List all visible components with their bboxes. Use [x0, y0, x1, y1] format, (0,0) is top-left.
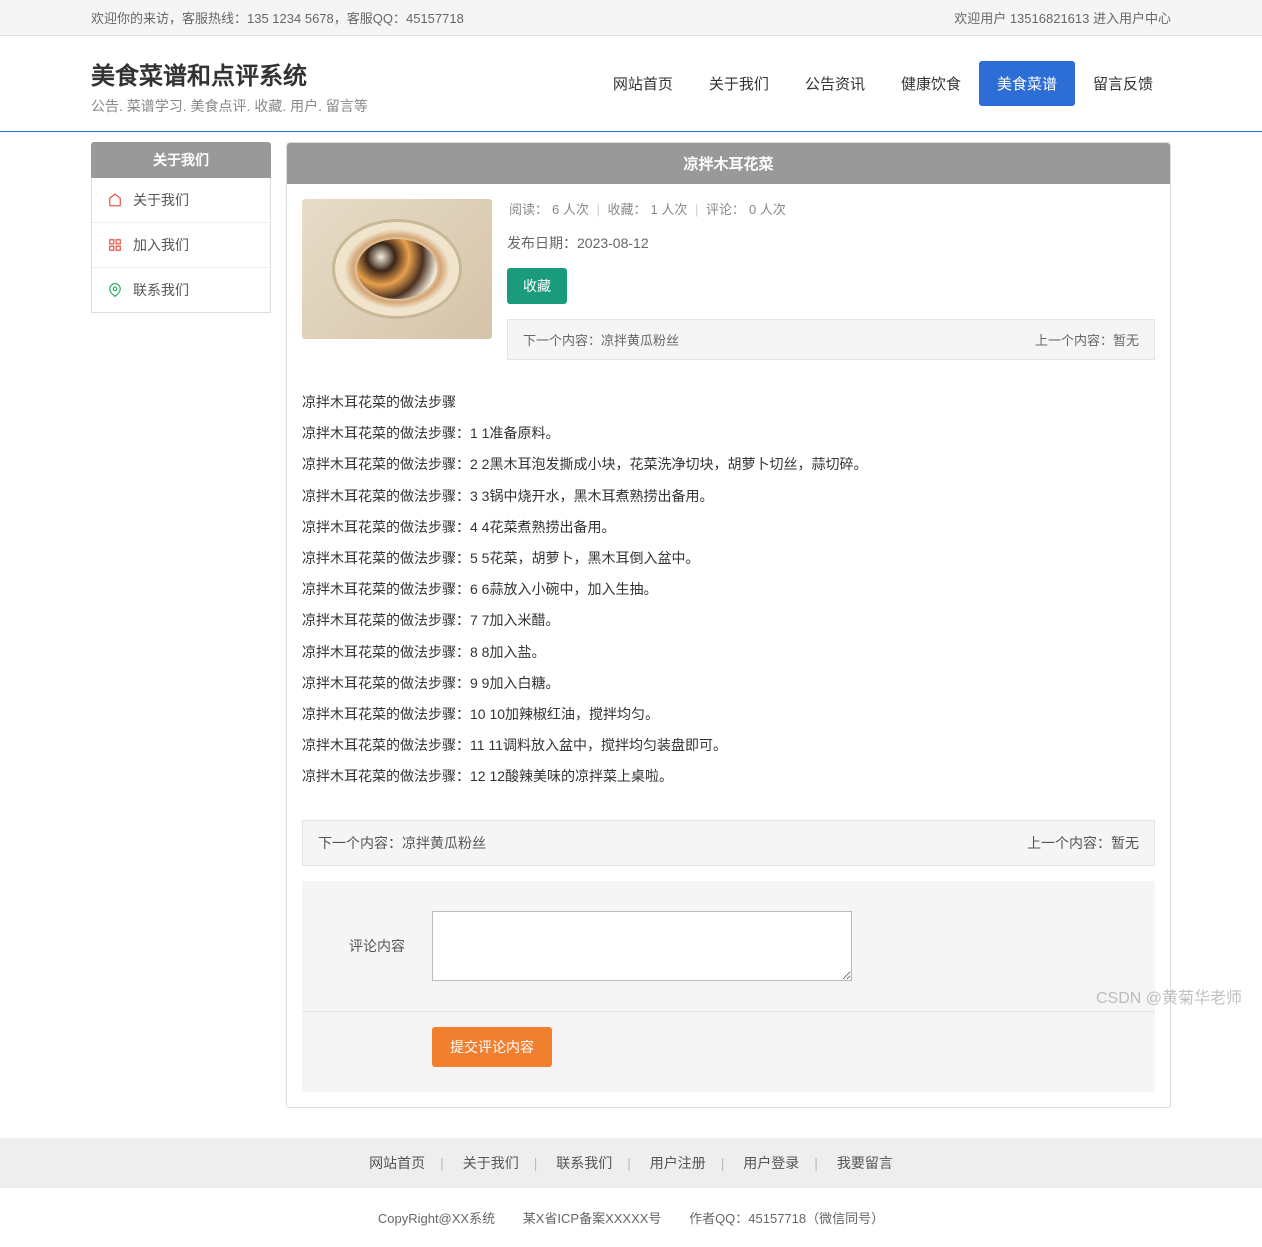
home-icon — [107, 192, 123, 208]
read-value: 6 人次 — [552, 202, 589, 217]
grid-icon — [107, 237, 123, 253]
footer-link[interactable]: 我要留言 — [837, 1155, 893, 1171]
nav-feedback[interactable]: 留言反馈 — [1075, 61, 1171, 106]
site-subtitle: 公告. 菜谱学习. 美食点评. 收藏. 用户. 留言等 — [91, 96, 368, 116]
comment-form: 评论内容 提交评论内容 — [302, 881, 1155, 1092]
comment-label: 评论： — [706, 202, 745, 217]
footer-link[interactable]: 用户注册 — [650, 1155, 706, 1171]
pin-icon — [107, 282, 123, 298]
topbar-welcome: 欢迎你的来访，客服热线：135 1234 5678，客服QQ：45157718 — [91, 8, 464, 27]
step: 凉拌木耳花菜的做法步骤：8 8加入盐。 — [302, 640, 1155, 665]
content-nav-bottom: 下一个内容：凉拌黄瓜粉丝 上一个内容：暂无 — [302, 820, 1155, 866]
prev-label: 上一个内容： — [1035, 333, 1113, 348]
nav-home[interactable]: 网站首页 — [595, 61, 691, 106]
step: 凉拌木耳花菜的做法步骤：2 2黑木耳泡发撕成小块，花菜洗净切块，胡萝卜切丝，蒜切… — [302, 452, 1155, 477]
read-label: 阅读： — [509, 202, 548, 217]
collect-button[interactable]: 收藏 — [507, 268, 567, 304]
step: 凉拌木耳花菜的做法步骤：12 12酸辣美味的凉拌菜上桌啦。 — [302, 764, 1155, 789]
comment-value: 0 人次 — [749, 202, 786, 217]
submit-comment-button[interactable]: 提交评论内容 — [432, 1027, 552, 1067]
step: 凉拌木耳花菜的做法步骤：6 6蒜放入小碗中，加入生抽。 — [302, 577, 1155, 602]
sidebar-item-about[interactable]: 关于我们 — [92, 178, 270, 223]
logo: 美食菜谱和点评系统 公告. 菜谱学习. 美食点评. 收藏. 用户. 留言等 — [91, 56, 368, 116]
footer-link[interactable]: 关于我们 — [463, 1155, 519, 1171]
nav-about[interactable]: 关于我们 — [691, 61, 787, 106]
footer-link[interactable]: 网站首页 — [369, 1155, 425, 1171]
collect-label: 收藏： — [608, 202, 647, 217]
step: 凉拌木耳花菜的做法步骤：5 5花菜，胡萝卜，黑木耳倒入盆中。 — [302, 546, 1155, 571]
next-link-bottom[interactable]: 凉拌黄瓜粉丝 — [402, 835, 486, 851]
user-center-link[interactable]: 进入用户中心 — [1093, 11, 1171, 26]
prev-value: 暂无 — [1113, 333, 1139, 348]
step: 凉拌木耳花菜的做法步骤：1 1准备原料。 — [302, 421, 1155, 446]
step: 凉拌木耳花菜的做法步骤：4 4花菜煮熟捞出备用。 — [302, 515, 1155, 540]
next-label: 下一个内容： — [523, 333, 601, 348]
sidebar-item-label: 联系我们 — [133, 280, 189, 300]
sidebar-title: 关于我们 — [91, 142, 271, 178]
footer-link[interactable]: 用户登录 — [743, 1155, 799, 1171]
content-nav-top: 下一个内容：凉拌黄瓜粉丝 上一个内容：暂无 — [507, 319, 1155, 360]
nav-notice[interactable]: 公告资讯 — [787, 61, 883, 106]
sidebar-item-join[interactable]: 加入我们 — [92, 223, 270, 268]
footer-nav: 网站首页| 关于我们| 联系我们| 用户注册| 用户登录| 我要留言 — [0, 1138, 1262, 1188]
step: 凉拌木耳花菜的做法步骤：9 9加入白糖。 — [302, 671, 1155, 696]
collect-value: 1 人次 — [651, 202, 688, 217]
nav-recipe[interactable]: 美食菜谱 — [979, 61, 1075, 106]
topbar-user: 欢迎用户 13516821613 进入用户中心 — [954, 8, 1171, 27]
content-heading: 凉拌木耳花菜的做法步骤 — [302, 390, 1155, 415]
main-nav: 网站首页 关于我们 公告资讯 健康饮食 美食菜谱 留言反馈 — [595, 61, 1171, 106]
meta-row: 阅读：6 人次 | 收藏：1 人次 | 评论：0 人次 — [507, 199, 1155, 218]
copyright: CopyRight@XX系统 某X省ICP备案XXXXX号 作者QQ：45157… — [0, 1188, 1262, 1247]
step: 凉拌木耳花菜的做法步骤：7 7加入米醋。 — [302, 608, 1155, 633]
recipe-content: 凉拌木耳花菜的做法步骤 凉拌木耳花菜的做法步骤：1 1准备原料。 凉拌木耳花菜的… — [287, 375, 1170, 810]
topbar: 欢迎你的来访，客服热线：135 1234 5678，客服QQ：45157718 … — [0, 0, 1262, 36]
step: 凉拌木耳花菜的做法步骤：3 3锅中烧开水，黑木耳煮熟捞出备用。 — [302, 484, 1155, 509]
sidebar-item-label: 关于我们 — [133, 190, 189, 210]
sidebar: 关于我们 关于我们 加入我们 联系我们 — [91, 142, 271, 1108]
sidebar-item-label: 加入我们 — [133, 235, 189, 255]
recipe-image — [302, 199, 492, 339]
step: 凉拌木耳花菜的做法步骤：11 11调料放入盆中，搅拌均匀装盘即可。 — [302, 733, 1155, 758]
main-content: 凉拌木耳花菜 阅读：6 人次 | 收藏：1 人次 | 评论：0 人次 发布日期：… — [286, 142, 1171, 1108]
comment-label: 评论内容 — [322, 936, 432, 956]
comment-textarea[interactable] — [432, 911, 852, 981]
publish-date: 发布日期：2023-08-12 — [507, 233, 1155, 253]
nav-health[interactable]: 健康饮食 — [883, 61, 979, 106]
user-prefix: 欢迎用户 — [954, 11, 1006, 26]
header: 美食菜谱和点评系统 公告. 菜谱学习. 美食点评. 收藏. 用户. 留言等 网站… — [0, 36, 1262, 132]
prev-value-bottom: 暂无 — [1111, 835, 1139, 851]
site-title: 美食菜谱和点评系统 — [91, 56, 368, 91]
page-title: 凉拌木耳花菜 — [287, 143, 1170, 184]
sidebar-item-contact[interactable]: 联系我们 — [92, 268, 270, 312]
step: 凉拌木耳花菜的做法步骤：10 10加辣椒红油，搅拌均匀。 — [302, 702, 1155, 727]
next-link[interactable]: 凉拌黄瓜粉丝 — [601, 333, 679, 348]
footer-link[interactable]: 联系我们 — [556, 1155, 612, 1171]
user-phone-link[interactable]: 13516821613 — [1010, 11, 1090, 26]
